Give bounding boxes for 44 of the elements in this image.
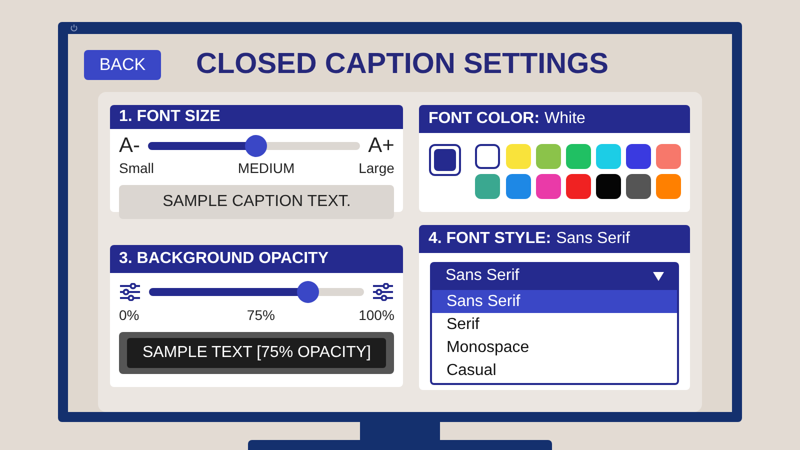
- decrease-label: A-: [119, 133, 140, 160]
- sliders-icon: [372, 283, 394, 301]
- slider-thumb[interactable]: [297, 281, 320, 303]
- card-title: FONT COLOR:: [428, 109, 540, 129]
- color-swatch[interactable]: [506, 144, 531, 169]
- color-swatch[interactable]: [626, 174, 651, 199]
- color-swatch[interactable]: [566, 144, 591, 169]
- color-swatch[interactable]: [626, 144, 651, 169]
- font-style-dropdown[interactable]: Sans Serif: [430, 262, 679, 290]
- card-title: 4. FONT STYLE:: [428, 229, 552, 249]
- slider-caption: 0%: [119, 306, 140, 325]
- selected-color-name: White: [544, 109, 586, 129]
- back-button[interactable]: BACK: [84, 50, 161, 80]
- sample-caption: SAMPLE TEXT [75% OPACITY]: [127, 338, 386, 368]
- dropdown-option[interactable]: Monospace: [432, 336, 677, 359]
- color-swatch[interactable]: [656, 174, 681, 199]
- page-title: CLOSED CAPTION SETTINGS: [196, 47, 608, 82]
- slider-caption: 75%: [246, 306, 275, 325]
- caret-icon: [653, 272, 664, 280]
- color-swatch[interactable]: [536, 174, 561, 199]
- color-swatch[interactable]: [656, 144, 681, 169]
- slider-caption: Small: [119, 159, 154, 178]
- sample-caption: SAMPLE CAPTION TEXT.: [119, 185, 394, 219]
- dropdown-option[interactable]: Casual: [432, 359, 677, 382]
- card-title: 1. FONT SIZE: [119, 107, 220, 127]
- increase-label: A+: [368, 133, 394, 160]
- color-swatch[interactable]: [475, 144, 500, 169]
- color-swatch[interactable]: [475, 174, 500, 199]
- color-swatch[interactable]: [566, 174, 591, 199]
- color-swatch[interactable]: [536, 144, 561, 169]
- sliders-icon: [119, 283, 141, 301]
- color-swatch[interactable]: [596, 144, 621, 169]
- selected-style-name: Sans Serif: [556, 229, 630, 249]
- power-icon: [70, 24, 78, 32]
- slider-caption: MEDIUM: [238, 159, 295, 178]
- slider-caption: Large: [358, 159, 394, 178]
- card-title: 3. BACKGROUND OPACITY: [119, 249, 328, 269]
- color-swatch[interactable]: [596, 174, 621, 199]
- color-swatch[interactable]: [506, 174, 531, 199]
- color-preview: [429, 144, 462, 176]
- dropdown-option[interactable]: Serif: [432, 313, 677, 336]
- dropdown-option[interactable]: Sans Serif: [432, 290, 677, 313]
- slider-caption: 100%: [358, 306, 394, 325]
- slider-thumb[interactable]: [245, 135, 268, 157]
